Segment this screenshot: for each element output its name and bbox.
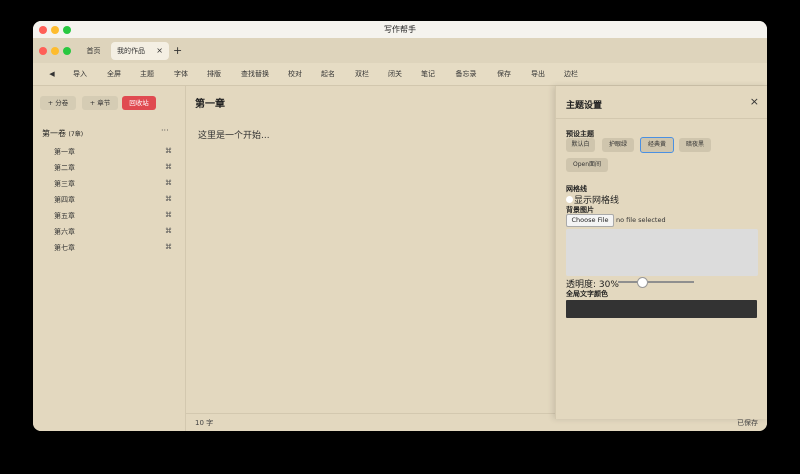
drag-handle-icon[interactable]: ⌘ (165, 243, 172, 251)
toolbar-fullscreen[interactable]: 全屏 (104, 63, 124, 85)
close-tab-icon[interactable]: × (156, 42, 163, 60)
drag-handle-icon[interactable]: ⌘ (165, 163, 172, 171)
preset-classic-yellow[interactable]: 经典黄 (640, 137, 674, 153)
volume-title: 第一卷 (42, 129, 66, 138)
add-chapter-button[interactable]: + 章节 (82, 96, 118, 110)
toolbar: ◀ 导入 全屏 主题 字体 排版 查找替换 校对 起名 双栏 闭关 笔记 备忘录… (33, 63, 767, 86)
text-color-label: 全局文字颜色 (566, 290, 608, 298)
toolbar-notes[interactable]: 笔记 (418, 63, 438, 85)
preset-dark-night[interactable]: 暗夜黑 (679, 138, 711, 152)
drag-handle-icon[interactable]: ⌘ (165, 179, 172, 187)
toolbar-focus[interactable]: 闭关 (385, 63, 405, 85)
tab-home[interactable]: 首页 (80, 42, 107, 60)
chapter-sidebar: + 分卷 + 章节 回收站 第一卷 (7章) ··· 第一章 ⌘ 第二章 ⌘ 第… (33, 86, 186, 431)
preset-default-white[interactable]: 默认白 (566, 138, 595, 152)
toolbar-dual-column[interactable]: 双栏 (352, 63, 372, 85)
opacity-slider-track[interactable] (618, 281, 694, 283)
chapter-item[interactable]: 第一章 (54, 147, 75, 157)
volume-header[interactable]: 第一卷 (7章) (42, 128, 83, 139)
toolbar-memo[interactable]: 备忘录 (452, 63, 480, 85)
chapter-item[interactable]: 第四章 (54, 195, 75, 205)
editor-textarea[interactable]: 这里是一个开始... (198, 128, 270, 141)
chapter-item[interactable]: 第七章 (54, 243, 75, 253)
word-count: 10 字 (195, 419, 214, 427)
toolbar-sidebar[interactable]: 边栏 (561, 63, 581, 85)
tab-bar: 首页 我的作品 × + (33, 38, 767, 63)
tab-my-works[interactable]: 我的作品 × (111, 42, 169, 60)
new-tab-button[interactable]: + (173, 42, 182, 60)
back-button[interactable]: ◀ (46, 63, 58, 85)
text-color-swatch[interactable] (566, 300, 757, 318)
toolbar-proofread[interactable]: 校对 (285, 63, 305, 85)
tab-label: 我的作品 (117, 47, 145, 55)
close-dot-icon (39, 47, 47, 55)
panel-title: 主题设置 (566, 101, 603, 111)
file-status: no file selected (616, 216, 666, 224)
drag-handle-icon[interactable]: ⌘ (165, 195, 172, 203)
chapter-title-input[interactable]: 第一章 (195, 95, 225, 110)
preset-open[interactable]: Open面间 (566, 158, 608, 172)
add-volume-button[interactable]: + 分卷 (40, 96, 76, 110)
bg-image-preview (566, 229, 758, 276)
more-icon[interactable]: ··· (161, 126, 169, 135)
opacity-slider-thumb[interactable] (637, 277, 648, 288)
volume-count: (7章) (68, 131, 84, 138)
toolbar-font[interactable]: 字体 (171, 63, 191, 85)
chapter-item[interactable]: 第二章 (54, 163, 75, 173)
recycle-bin-button[interactable]: 回收站 (122, 96, 156, 110)
chapter-item[interactable]: 第六章 (54, 227, 75, 237)
tab-label: 首页 (86, 47, 101, 55)
toolbar-export[interactable]: 导出 (528, 63, 548, 85)
app-window: 写作帮手 首页 我的作品 × + ◀ 导入 全屏 主题 字体 排版 查找替换 校… (33, 21, 767, 431)
toolbar-import[interactable]: 导入 (70, 63, 90, 85)
theme-settings-panel: 主题设置 × 预设主题 默认白 护眼绿 经典黄 暗夜黑 Open面间 网格线 显… (555, 86, 767, 419)
drag-handle-icon[interactable]: ⌘ (165, 147, 172, 155)
toolbar-naming[interactable]: 起名 (318, 63, 338, 85)
toolbar-layout[interactable]: 排版 (204, 63, 224, 85)
toolbar-theme[interactable]: 主题 (137, 63, 157, 85)
toolbar-find-replace[interactable]: 查找替换 (237, 63, 273, 85)
choose-file-button[interactable]: Choose File (566, 214, 614, 227)
title-bar: 写作帮手 (33, 21, 767, 38)
divider (556, 118, 767, 119)
zoom-dot-icon (63, 47, 71, 55)
toolbar-save[interactable]: 保存 (494, 63, 514, 85)
window-title: 写作帮手 (384, 25, 416, 34)
editor-area: 第一章 这里是一个开始... (186, 86, 555, 431)
chapter-item[interactable]: 第五章 (54, 211, 75, 221)
chapter-item[interactable]: 第三章 (54, 179, 75, 189)
close-icon[interactable]: × (750, 95, 759, 108)
save-status: 已保存 (737, 419, 758, 427)
grid-checkbox[interactable] (566, 196, 573, 203)
drag-handle-icon[interactable]: ⌘ (165, 211, 172, 219)
minimize-dot-icon (51, 47, 59, 55)
drag-handle-icon[interactable]: ⌘ (165, 227, 172, 235)
preset-eye-green[interactable]: 护眼绿 (602, 138, 634, 152)
